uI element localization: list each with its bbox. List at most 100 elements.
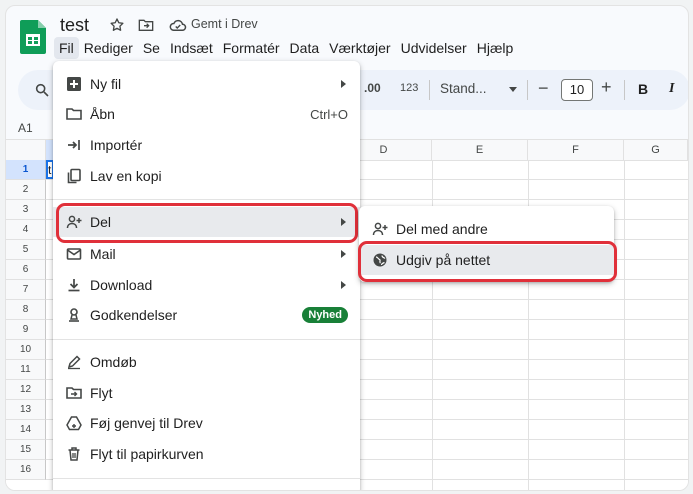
import-icon (68, 140, 80, 150)
menu-item-label: Importér (90, 137, 143, 153)
gridline (624, 160, 625, 490)
row-header[interactable]: 16 (6, 460, 46, 480)
menu-item-share-with-others[interactable]: Del med andre (359, 214, 614, 244)
drive-shortcut-icon (66, 416, 82, 431)
italic-button[interactable]: I (669, 81, 674, 97)
new-badge: Nyhed (302, 307, 348, 323)
menu-item-trash[interactable]: Flyt til papirkurven (53, 439, 360, 469)
column-header-e[interactable]: E (432, 140, 528, 160)
menu-insert[interactable]: Indsæt (165, 37, 218, 59)
more-formats-button[interactable]: 123 (400, 82, 418, 94)
menu-divider (53, 478, 360, 479)
increase-decimal-button[interactable]: .00 (364, 81, 381, 95)
document-title[interactable]: test (60, 15, 89, 36)
rename-icon (67, 355, 81, 370)
trash-icon (68, 447, 80, 461)
row-header[interactable]: 11 (6, 360, 46, 380)
toolbar-divider (429, 80, 430, 100)
increase-font-size-button[interactable]: + (601, 77, 612, 98)
toolbar-divider (624, 80, 625, 100)
chevron-right-icon (341, 281, 346, 289)
font-family-select[interactable]: Stand... (440, 81, 487, 96)
column-header-f[interactable]: F (528, 140, 624, 160)
shortcut-label: Ctrl+O (310, 107, 348, 122)
menu-item-label: Ny fil (90, 76, 122, 92)
row-header[interactable]: 10 (6, 340, 46, 360)
search-icon[interactable] (34, 82, 50, 98)
row-header[interactable]: 7 (6, 280, 46, 300)
download-icon (68, 279, 80, 292)
cell-a1-value[interactable]: t (48, 163, 51, 177)
menu-data[interactable]: Data (285, 37, 325, 59)
menu-edit[interactable]: Rediger (79, 37, 138, 59)
menu-item-approvals[interactable]: Godkendelser Nyhed (53, 300, 360, 330)
menu-help[interactable]: Hjælp (472, 37, 519, 59)
menu-item-label: Godkendelser (90, 307, 178, 323)
bold-button[interactable]: B (638, 81, 648, 97)
row-header[interactable]: 2 (6, 180, 46, 200)
menu-file[interactable]: Fil (54, 37, 79, 59)
menu-item-label: Flyt (90, 385, 113, 401)
column-header-g[interactable]: G (624, 140, 688, 160)
menu-tools[interactable]: Værktøjer (324, 37, 395, 59)
menu-item-label: Del med andre (396, 221, 488, 237)
menu-item-rename[interactable]: Omdøb (53, 347, 360, 377)
row-header[interactable]: 14 (6, 420, 46, 440)
move-folder-icon (66, 387, 82, 399)
app-window: test Gemt i Drev Fil Rediger Se Indsæt F… (5, 5, 689, 491)
move-folder-icon[interactable] (138, 17, 154, 33)
menubar: Fil Rediger Se Indsæt Formatér Data Værk… (54, 37, 518, 59)
row-header[interactable]: 3 (6, 200, 46, 220)
folder-icon (66, 108, 82, 120)
row-header[interactable]: 4 (6, 220, 46, 240)
select-all-corner[interactable] (6, 140, 46, 160)
row-header[interactable]: 6 (6, 260, 46, 280)
menu-view[interactable]: Se (138, 37, 165, 59)
row-header[interactable]: 9 (6, 320, 46, 340)
menu-item-make-copy[interactable]: Lav en kopi (53, 161, 360, 191)
share-person-icon (372, 222, 388, 236)
menu-item-add-shortcut[interactable]: Føj genvej til Drev (53, 408, 360, 438)
row-header[interactable]: 1 (6, 160, 46, 180)
highlight-publish (358, 241, 617, 282)
menu-item-email[interactable]: Mail (53, 239, 360, 269)
menu-item-label: Download (90, 277, 153, 293)
chevron-down-icon[interactable] (509, 87, 517, 92)
menu-item-label: Lav en kopi (90, 168, 162, 184)
chevron-right-icon (341, 80, 346, 88)
menu-format[interactable]: Formatér (218, 37, 285, 59)
menu-item-new[interactable]: Ny fil (53, 69, 360, 99)
row-header[interactable]: 15 (6, 440, 46, 460)
menu-item-label: Omdøb (90, 354, 137, 370)
decrease-font-size-button[interactable]: − (538, 78, 549, 99)
highlight-share (56, 203, 358, 243)
cloud-saved-icon[interactable] (169, 18, 187, 32)
row-header[interactable]: 13 (6, 400, 46, 420)
chevron-right-icon (341, 250, 346, 258)
menu-item-label: Flyt til papirkurven (90, 446, 204, 462)
menu-divider (53, 199, 360, 200)
font-size-input[interactable]: 10 (561, 79, 593, 101)
copy-icon (67, 168, 81, 184)
menu-item-label: Mail (90, 246, 116, 262)
mail-icon (66, 248, 82, 260)
row-header[interactable]: 12 (6, 380, 46, 400)
menu-item-label: Føj genvej til Drev (90, 415, 203, 431)
name-box[interactable]: A1 (18, 121, 33, 135)
toolbar-divider (527, 80, 528, 100)
row-header[interactable]: 5 (6, 240, 46, 260)
approvals-icon (69, 308, 79, 322)
saved-status: Gemt i Drev (191, 17, 258, 31)
file-menu: Ny fil Åbn Ctrl+O Importér Lav en kopi D… (53, 61, 360, 490)
menu-item-move[interactable]: Flyt (53, 378, 360, 408)
menu-item-import[interactable]: Importér (53, 130, 360, 160)
new-sheet-icon (67, 77, 81, 91)
menu-divider (53, 339, 360, 340)
star-icon[interactable] (109, 17, 125, 33)
sheets-logo-icon[interactable] (20, 20, 46, 54)
row-header[interactable]: 8 (6, 300, 46, 320)
menu-item-open[interactable]: Åbn Ctrl+O (53, 99, 360, 129)
menu-item-download[interactable]: Download (53, 270, 360, 300)
menu-extensions[interactable]: Udvidelser (396, 37, 472, 59)
menu-item-label: Åbn (90, 106, 115, 122)
